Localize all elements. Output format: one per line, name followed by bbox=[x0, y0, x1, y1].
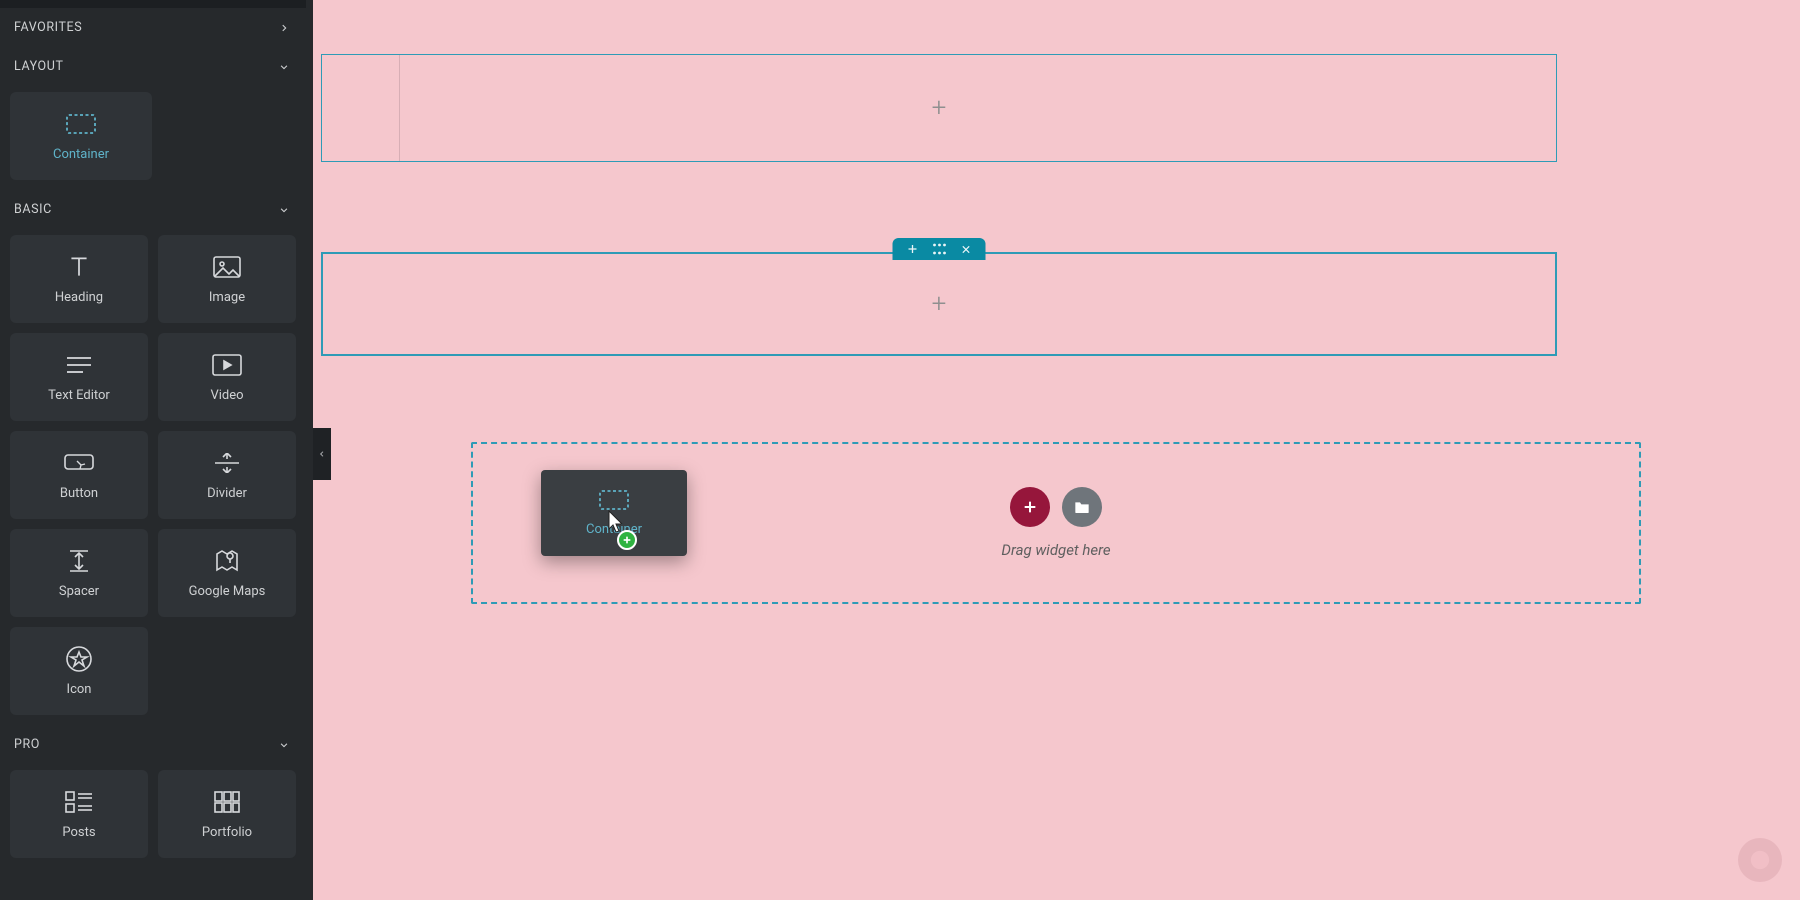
container-column-handle[interactable] bbox=[322, 55, 400, 161]
dropzone-hint: Drag widget here bbox=[1001, 541, 1110, 559]
widget-label: Button bbox=[60, 486, 98, 501]
widget-label: Portfolio bbox=[202, 825, 252, 840]
widget-divider[interactable]: Divider bbox=[158, 431, 296, 519]
map-pin-icon bbox=[212, 548, 242, 574]
widget-text-editor[interactable]: Text Editor bbox=[10, 333, 148, 421]
dropzone-buttons bbox=[1010, 487, 1102, 527]
close-icon[interactable] bbox=[961, 244, 972, 255]
container-icon bbox=[66, 111, 96, 137]
video-icon bbox=[212, 352, 242, 378]
container-1[interactable]: + bbox=[321, 54, 1557, 162]
widget-icon[interactable]: Icon bbox=[10, 627, 148, 715]
section-label: BASIC bbox=[14, 202, 52, 217]
section-favorites[interactable]: FAVORITES bbox=[0, 8, 306, 47]
widget-sidebar: FAVORITES LAYOUT Container BASIC bbox=[0, 0, 313, 900]
widget-spacer[interactable]: Spacer bbox=[10, 529, 148, 617]
widget-image[interactable]: Image bbox=[158, 235, 296, 323]
drag-handle-icon[interactable] bbox=[933, 243, 947, 255]
drag-ghost-container: Container bbox=[541, 470, 687, 556]
container-2-selected[interactable]: + bbox=[321, 252, 1557, 356]
add-section-button[interactable] bbox=[1010, 487, 1050, 527]
template-library-button[interactable] bbox=[1062, 487, 1102, 527]
widget-label: Heading bbox=[55, 290, 103, 305]
text-editor-icon bbox=[64, 352, 94, 378]
widget-container[interactable]: Container bbox=[10, 92, 152, 180]
widget-label: Icon bbox=[67, 682, 92, 697]
add-section-icon[interactable] bbox=[907, 243, 919, 255]
container-toolbar bbox=[893, 238, 986, 260]
spacer-icon bbox=[64, 548, 94, 574]
widget-label: Posts bbox=[62, 825, 95, 840]
widget-heading[interactable]: Heading bbox=[10, 235, 148, 323]
widget-label: Spacer bbox=[59, 584, 99, 599]
star-icon bbox=[64, 646, 94, 672]
section-pro[interactable]: PRO bbox=[0, 725, 306, 764]
widget-posts[interactable]: Posts bbox=[10, 770, 148, 858]
section-label: LAYOUT bbox=[14, 59, 64, 74]
section-label: FAVORITES bbox=[14, 20, 82, 35]
grid-icon bbox=[212, 789, 242, 815]
help-bubble[interactable] bbox=[1738, 838, 1782, 882]
widget-label: Google Maps bbox=[189, 584, 266, 599]
widget-portfolio[interactable]: Portfolio bbox=[158, 770, 296, 858]
add-widget-plus-icon[interactable]: + bbox=[932, 289, 947, 319]
section-label: PRO bbox=[14, 737, 40, 752]
pro-widgets: Posts Portfolio bbox=[0, 764, 306, 868]
add-widget-plus-icon[interactable]: + bbox=[932, 93, 947, 123]
posts-icon bbox=[64, 789, 94, 815]
chevron-down-icon bbox=[278, 204, 290, 216]
basic-widgets: Heading Image Text Editor Video bbox=[0, 229, 306, 725]
widget-label: Container bbox=[53, 147, 109, 162]
widget-label: Divider bbox=[207, 486, 247, 501]
layout-widgets: Container bbox=[0, 86, 306, 190]
widget-video[interactable]: Video bbox=[158, 333, 296, 421]
widget-label: Video bbox=[210, 388, 243, 403]
divider-icon bbox=[212, 450, 242, 476]
section-basic[interactable]: BASIC bbox=[0, 190, 306, 229]
heading-icon bbox=[64, 254, 94, 280]
button-icon bbox=[64, 450, 94, 476]
section-layout[interactable]: LAYOUT bbox=[0, 47, 306, 86]
widget-button[interactable]: Button bbox=[10, 431, 148, 519]
widget-label: Image bbox=[209, 290, 245, 305]
chevron-down-icon bbox=[278, 739, 290, 751]
editor-canvas[interactable]: + + Drag widget here bbox=[313, 0, 1800, 900]
drop-allowed-badge-icon bbox=[617, 530, 637, 550]
widget-label: Text Editor bbox=[48, 388, 110, 403]
chevron-right-icon bbox=[278, 22, 290, 34]
sidebar-collapse-handle[interactable] bbox=[313, 428, 331, 480]
chevron-down-icon bbox=[278, 61, 290, 73]
widget-google-maps[interactable]: Google Maps bbox=[158, 529, 296, 617]
image-icon bbox=[212, 254, 242, 280]
container-icon bbox=[599, 490, 629, 514]
